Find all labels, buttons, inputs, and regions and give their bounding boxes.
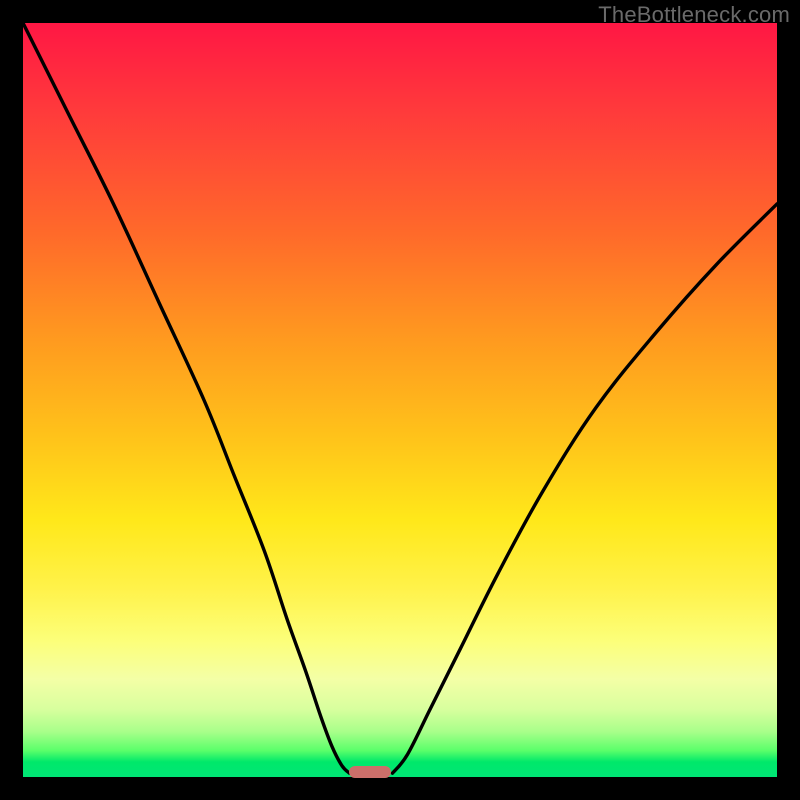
plot-area: [23, 23, 777, 777]
curves-svg: [23, 23, 777, 777]
bottleneck-marker: [349, 766, 391, 778]
right-curve: [392, 204, 777, 773]
chart-frame: TheBottleneck.com: [0, 0, 800, 800]
left-curve: [23, 23, 349, 773]
